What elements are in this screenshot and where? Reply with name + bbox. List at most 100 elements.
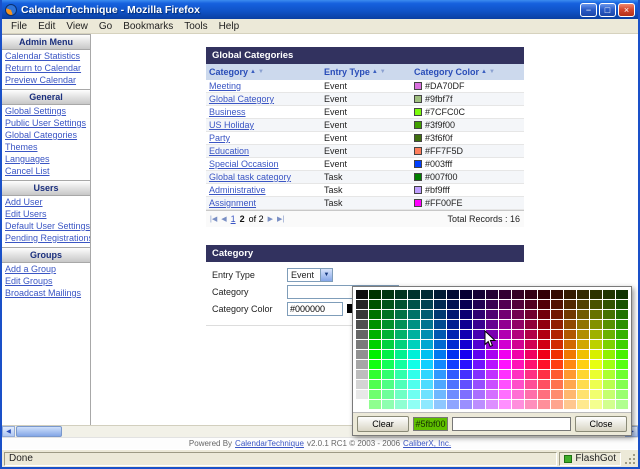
palette-color-cell[interactable] [616, 350, 628, 359]
palette-color-cell[interactable] [369, 400, 381, 409]
palette-color-cell[interactable] [382, 320, 394, 329]
palette-color-cell[interactable] [356, 290, 368, 299]
palette-color-cell[interactable] [499, 330, 511, 339]
palette-color-cell[interactable] [356, 360, 368, 369]
last-page-icon[interactable]: ▶| [277, 215, 284, 223]
menu-help[interactable]: Help [214, 21, 245, 32]
palette-color-cell[interactable] [473, 380, 485, 389]
palette-color-cell[interactable] [512, 330, 524, 339]
palette-color-cell[interactable] [525, 290, 537, 299]
palette-color-cell[interactable] [369, 320, 381, 329]
palette-color-cell[interactable] [434, 330, 446, 339]
palette-color-cell[interactable] [434, 360, 446, 369]
palette-color-cell[interactable] [590, 310, 602, 319]
palette-color-cell[interactable] [356, 400, 368, 409]
palette-color-cell[interactable] [408, 290, 420, 299]
menu-edit[interactable]: Edit [33, 21, 60, 32]
palette-color-cell[interactable] [473, 350, 485, 359]
minimize-button[interactable]: − [580, 2, 597, 17]
palette-color-cell[interactable] [551, 320, 563, 329]
palette-color-cell[interactable] [538, 310, 550, 319]
palette-color-cell[interactable] [356, 380, 368, 389]
palette-color-cell[interactable] [395, 350, 407, 359]
palette-color-cell[interactable] [551, 370, 563, 379]
palette-color-cell[interactable] [616, 300, 628, 309]
sidebar-link-edit-users[interactable]: Edit Users [2, 208, 90, 220]
palette-color-cell[interactable] [434, 290, 446, 299]
palette-color-cell[interactable] [369, 360, 381, 369]
resize-grip[interactable] [623, 452, 636, 465]
menu-bookmarks[interactable]: Bookmarks [118, 21, 178, 32]
sort-asc-icon[interactable]: ▲ [481, 69, 487, 75]
palette-color-cell[interactable] [382, 310, 394, 319]
palette-color-cell[interactable] [538, 390, 550, 399]
palette-color-cell[interactable] [486, 380, 498, 389]
palette-color-cell[interactable] [525, 360, 537, 369]
palette-color-cell[interactable] [421, 390, 433, 399]
palette-color-cell[interactable] [499, 400, 511, 409]
palette-color-cell[interactable] [408, 300, 420, 309]
palette-color-cell[interactable] [395, 320, 407, 329]
palette-color-cell[interactable] [603, 380, 615, 389]
palette-color-cell[interactable] [447, 300, 459, 309]
palette-color-cell[interactable] [577, 290, 589, 299]
palette-color-cell[interactable] [512, 360, 524, 369]
palette-color-cell[interactable] [499, 360, 511, 369]
palette-color-cell[interactable] [434, 370, 446, 379]
palette-color-cell[interactable] [356, 340, 368, 349]
category-color-input[interactable] [287, 301, 343, 316]
palette-color-cell[interactable] [590, 360, 602, 369]
palette-color-cell[interactable] [434, 400, 446, 409]
palette-color-cell[interactable] [395, 370, 407, 379]
palette-color-cell[interactable] [473, 330, 485, 339]
palette-color-cell[interactable] [564, 360, 576, 369]
palette-color-cell[interactable] [421, 340, 433, 349]
palette-color-cell[interactable] [564, 350, 576, 359]
palette-color-cell[interactable] [486, 340, 498, 349]
palette-color-cell[interactable] [590, 340, 602, 349]
palette-color-cell[interactable] [603, 300, 615, 309]
palette-color-cell[interactable] [512, 320, 524, 329]
palette-color-cell[interactable] [564, 290, 576, 299]
palette-color-cell[interactable] [408, 380, 420, 389]
palette-color-cell[interactable] [382, 400, 394, 409]
palette-color-cell[interactable] [434, 310, 446, 319]
palette-color-cell[interactable] [356, 330, 368, 339]
palette-color-cell[interactable] [382, 360, 394, 369]
palette-color-cell[interactable] [512, 390, 524, 399]
palette-color-cell[interactable] [551, 340, 563, 349]
palette-color-cell[interactable] [447, 330, 459, 339]
palette-color-cell[interactable] [512, 400, 524, 409]
palette-color-cell[interactable] [512, 290, 524, 299]
palette-color-cell[interactable] [499, 350, 511, 359]
palette-color-cell[interactable] [486, 290, 498, 299]
footer-brand-link[interactable]: CalendarTechnique [235, 439, 304, 448]
palette-color-cell[interactable] [499, 300, 511, 309]
palette-color-cell[interactable] [421, 310, 433, 319]
sidebar-link-global-settings[interactable]: Global Settings [2, 105, 90, 117]
palette-color-cell[interactable] [369, 380, 381, 389]
palette-color-cell[interactable] [538, 330, 550, 339]
palette-color-cell[interactable] [564, 380, 576, 389]
category-link[interactable]: Administrative [209, 185, 266, 195]
palette-color-cell[interactable] [395, 330, 407, 339]
palette-color-cell[interactable] [421, 400, 433, 409]
category-link[interactable]: Global task category [209, 172, 291, 182]
palette-color-cell[interactable] [434, 300, 446, 309]
palette-color-cell[interactable] [447, 370, 459, 379]
palette-color-cell[interactable] [460, 370, 472, 379]
palette-color-cell[interactable] [538, 340, 550, 349]
palette-color-cell[interactable] [590, 300, 602, 309]
palette-color-cell[interactable] [538, 370, 550, 379]
sidebar-link-edit-groups[interactable]: Edit Groups [2, 275, 90, 287]
palette-color-cell[interactable] [395, 390, 407, 399]
palette-color-cell[interactable] [460, 310, 472, 319]
palette-color-cell[interactable] [356, 390, 368, 399]
palette-color-cell[interactable] [525, 310, 537, 319]
sidebar-link-pending-registrations[interactable]: Pending Registrations [2, 232, 90, 244]
page-link-1[interactable]: 1 [231, 214, 236, 224]
palette-color-cell[interactable] [395, 380, 407, 389]
category-link[interactable]: Special Occasion [209, 159, 279, 169]
sidebar-link-public-user-settings[interactable]: Public User Settings [2, 117, 90, 129]
palette-color-cell[interactable] [590, 330, 602, 339]
